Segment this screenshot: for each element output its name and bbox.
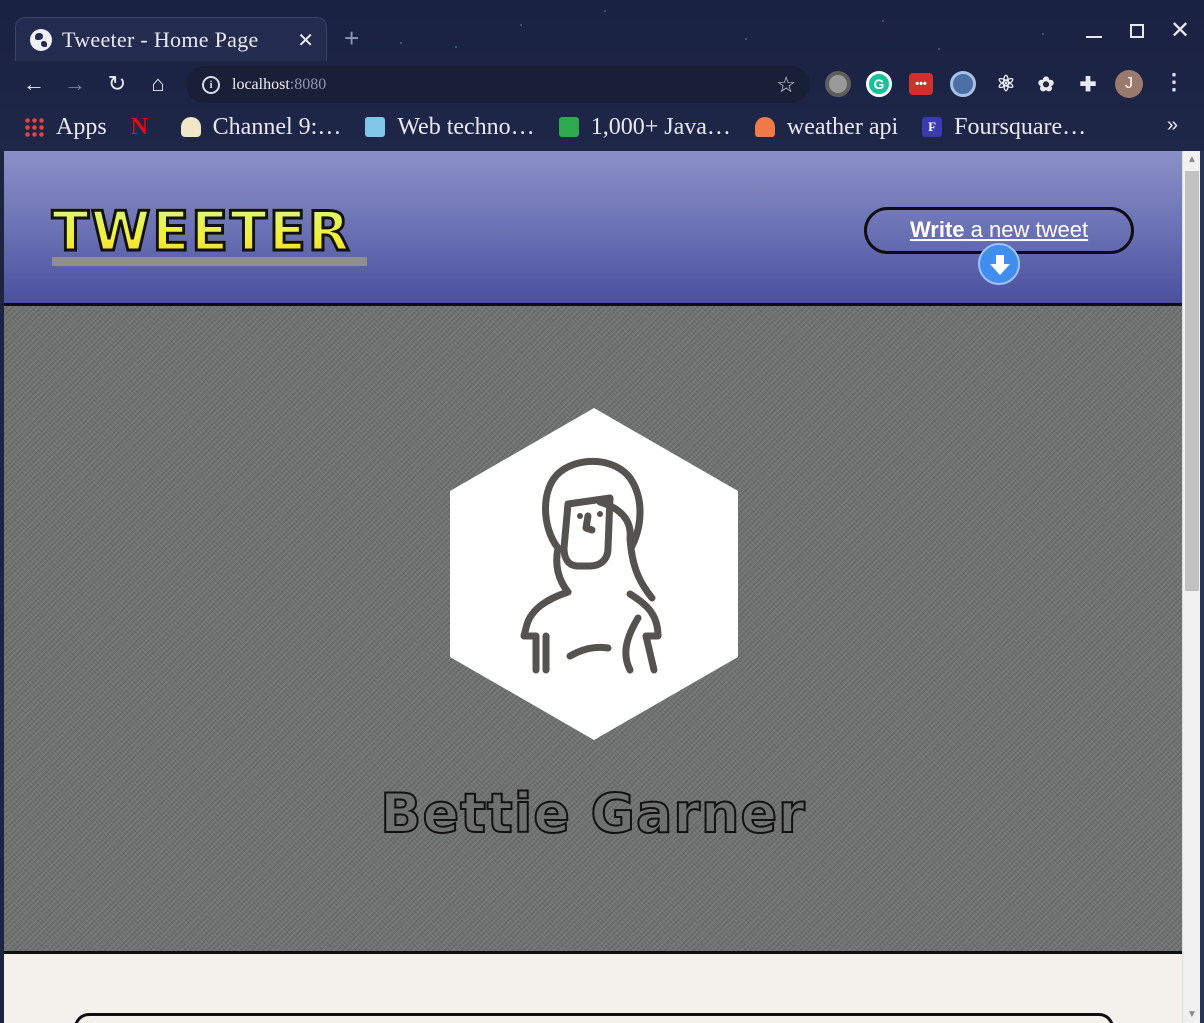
bookmark-label: 1,000+ Java… (590, 113, 731, 140)
site-logo[interactable]: TWEETER (50, 200, 368, 266)
forward-icon[interactable]: → (61, 71, 89, 97)
window-frame-edge (1200, 151, 1204, 1023)
scroll-up-icon[interactable]: ▲ (1187, 154, 1197, 165)
menu-kebab-icon[interactable]: ⋮ (1163, 69, 1185, 95)
extensions-puzzle-icon[interactable]: ✚ (1075, 71, 1101, 97)
woman-avatar-icon (450, 408, 738, 740)
gnome-extension-icon[interactable]: ✿ (1033, 71, 1059, 97)
netflix-icon: N (130, 114, 149, 140)
extension-circle-icon[interactable] (825, 71, 851, 97)
url-port: :8080 (289, 75, 327, 93)
bookmark-java[interactable]: 1,000+ Java… (558, 113, 731, 141)
bookmark-netflix[interactable]: N (130, 114, 157, 140)
extension-swirl-icon[interactable] (950, 71, 976, 97)
profile-name: Bettie Garner (379, 781, 806, 846)
apps-grid-icon (24, 117, 44, 137)
foursquare-icon: F (922, 117, 943, 137)
maximize-icon[interactable] (1130, 24, 1144, 38)
minimize-icon[interactable] (1086, 36, 1102, 38)
page-scrollbar[interactable]: ▲ ▼ (1182, 151, 1200, 1023)
bookmarks-bar: Apps N Channel 9:… Web techno… 1,000+ Ja… (0, 106, 1204, 148)
lastpass-icon[interactable]: ••• (909, 73, 933, 95)
java-icon (558, 117, 579, 137)
bookmark-label: Foursquare… (954, 113, 1087, 140)
address-bar[interactable]: i localhost:8080 ☆ (186, 66, 810, 103)
browser-chrome: Tweeter - Home Page ✕ + ✕ ← → ↻ ⌂ i loca… (0, 0, 1204, 151)
bookmark-apps[interactable]: Apps (24, 114, 107, 141)
back-icon[interactable]: ← (20, 71, 48, 97)
site-header: TWEETER Write a new tweet (4, 151, 1182, 306)
weather-icon (754, 117, 775, 137)
scrollbar-thumb[interactable] (1185, 171, 1199, 591)
profile-banner: Bettie Garner (4, 306, 1182, 954)
bookmark-label: weather api (786, 113, 899, 140)
grammarly-icon[interactable]: G (866, 71, 892, 97)
write-bold-label: Write (909, 217, 965, 242)
bookmark-label: Apps (56, 113, 107, 140)
bookmarks-overflow-icon[interactable]: » (1167, 114, 1178, 137)
write-rest-label: a new tweet (964, 217, 1089, 242)
channel9-icon (180, 117, 201, 137)
reload-icon[interactable]: ↻ (103, 71, 131, 97)
tweet-form-card (74, 1013, 1114, 1023)
bookmark-mdn[interactable]: Web techno… (365, 113, 535, 141)
bookmark-channel9[interactable]: Channel 9:… (180, 113, 342, 141)
info-icon[interactable]: i (202, 75, 220, 94)
bookmark-star-icon[interactable]: ☆ (776, 72, 796, 98)
logo-text: TWEETER (50, 200, 352, 263)
bookmark-label: Web techno… (397, 113, 535, 140)
bookmark-label: Channel 9:… (212, 113, 342, 140)
profile-avatar[interactable]: J (1115, 70, 1143, 98)
home-icon[interactable]: ⌂ (144, 71, 172, 97)
down-arrow-icon[interactable] (978, 243, 1020, 285)
page-viewport: TWEETER Write a new tweet Bettie Garner (4, 151, 1182, 1023)
mdn-icon (365, 117, 386, 137)
url-host: localhost (232, 75, 290, 93)
browser-tab[interactable]: Tweeter - Home Page ✕ (15, 17, 327, 61)
new-tab-icon[interactable]: + (344, 25, 359, 51)
tab-title: Tweeter - Home Page (62, 26, 259, 52)
bookmark-weather[interactable]: weather api (754, 113, 899, 141)
bookmark-foursquare[interactable]: F Foursquare… (922, 114, 1086, 141)
window-close-icon[interactable]: ✕ (1170, 16, 1190, 45)
react-devtools-icon[interactable]: ⚛ (993, 71, 1019, 97)
scroll-down-icon[interactable]: ▼ (1187, 1009, 1197, 1020)
globe-icon (30, 28, 52, 51)
tab-close-icon[interactable]: ✕ (297, 28, 314, 53)
